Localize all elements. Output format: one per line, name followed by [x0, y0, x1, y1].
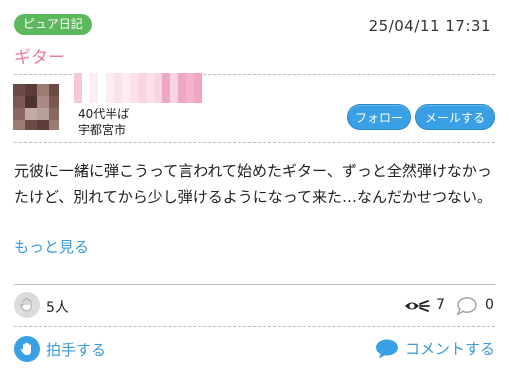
post-body: 元彼に一緒に弾こうって言われて始めたギター、ずっと全然弾けなかったけど、別れてか… [14, 162, 493, 206]
user-location: 宇都宮市 [78, 123, 127, 137]
clap-hand-icon [14, 292, 40, 318]
clap-label: 拍手する [46, 340, 107, 359]
comment-label: コメントする [404, 340, 495, 358]
comment-action-icon [375, 339, 398, 358]
avatar[interactable] [13, 84, 59, 130]
mail-button[interactable]: メールする [415, 104, 495, 130]
username-blurred[interactable] [74, 73, 202, 103]
read-more-link[interactable]: もっと見る [14, 236, 89, 257]
divider [14, 142, 495, 143]
category-badge: ピュア日記 [14, 14, 92, 35]
clap-button[interactable]: 拍手する [14, 336, 106, 362]
divider [14, 326, 495, 327]
comment-count: 0 [485, 297, 494, 313]
comment-button[interactable]: コメントする [375, 338, 495, 359]
post-title: ギター [14, 48, 65, 68]
clap-action-icon [14, 336, 40, 362]
speech-bubble-icon [456, 297, 477, 316]
user-age: 40代半ば [78, 107, 130, 121]
post-timestamp: 25/04/11 17:31 [368, 17, 491, 35]
view-count: 7 [436, 297, 445, 313]
divider [14, 284, 495, 285]
eye-icon [405, 300, 430, 312]
clap-count: 5人 [46, 300, 69, 316]
follow-button[interactable]: フォロー [347, 104, 411, 130]
